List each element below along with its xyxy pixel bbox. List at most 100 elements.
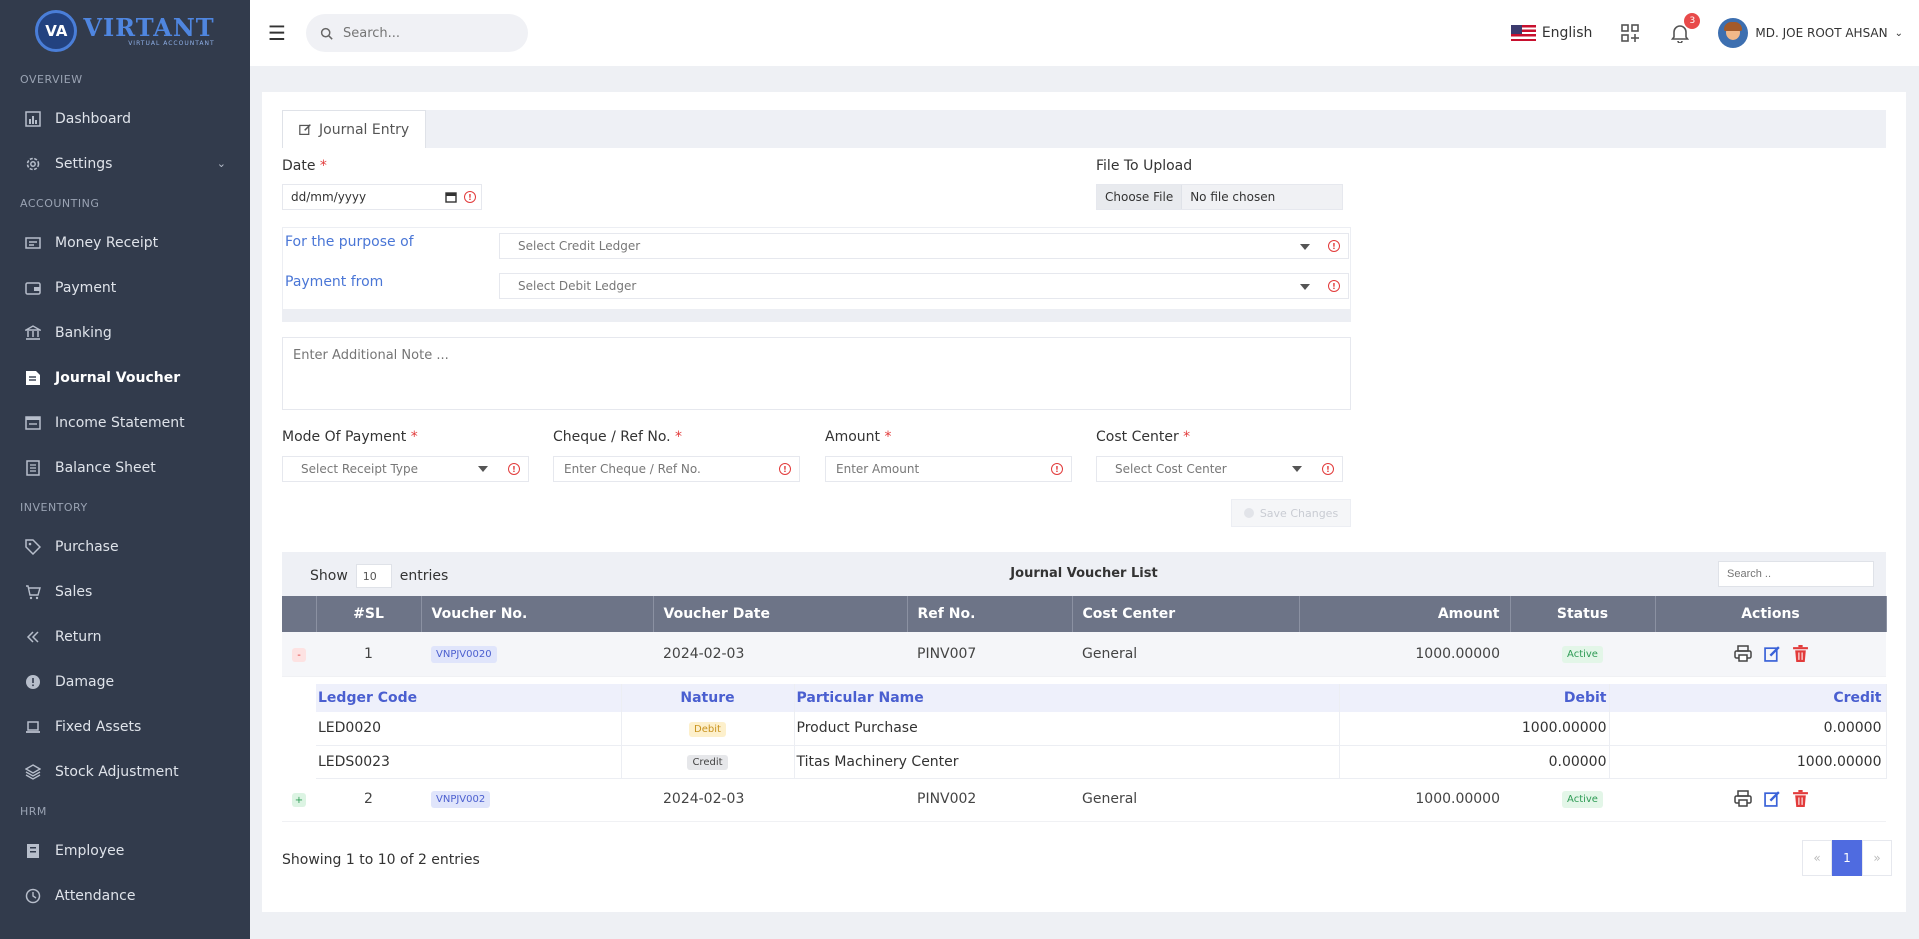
row-ref: PINV007 bbox=[907, 632, 1072, 677]
sidebar-nav: OVERVIEW Dashboard Settings ⌄ ACCOUNTING Mone… bbox=[0, 62, 250, 918]
sidebar-item-payment[interactable]: Payment bbox=[0, 265, 250, 310]
sidebar-section-title: INVENTORY bbox=[20, 500, 88, 514]
print-icon[interactable] bbox=[1733, 790, 1752, 807]
detail-col-credit: Credit bbox=[1609, 684, 1887, 712]
alert-circle-icon bbox=[24, 673, 41, 690]
debit-ledger-select[interactable]: Select Debit Ledger ! bbox=[499, 273, 1349, 299]
col-voucher-no[interactable]: Voucher No. bbox=[421, 596, 654, 632]
file-upload-input[interactable]: Choose File No file chosen bbox=[1096, 184, 1343, 210]
chevron-down-icon: ⌄ bbox=[1894, 27, 1903, 39]
avatar bbox=[1718, 18, 1749, 48]
sidebar-item-money-receipt[interactable]: Money Receipt bbox=[0, 220, 250, 265]
sidebar-item-label: Money Receipt bbox=[55, 234, 159, 251]
print-icon[interactable] bbox=[1733, 645, 1752, 662]
chevron-down-icon: ⌄ bbox=[216, 157, 226, 170]
col-sl[interactable]: #SL bbox=[316, 596, 422, 632]
journal-entry-card: Journal Entry Date * dd/mm/yyyy ! File T… bbox=[262, 92, 1906, 912]
notification-count: 3 bbox=[1684, 13, 1701, 29]
voucher-no-badge[interactable]: VNPJV002 bbox=[431, 790, 491, 808]
status-badge: Active bbox=[1562, 790, 1603, 808]
sidebar-item-sales[interactable]: Sales bbox=[0, 569, 250, 614]
pagination: « 1 » bbox=[1802, 840, 1892, 876]
brand-logo[interactable]: VA VIRTANT VIRTUAL ACCOUNTANT bbox=[0, 0, 250, 62]
sidebar-item-dashboard[interactable]: Dashboard bbox=[0, 96, 250, 141]
tab-bar: Journal Entry bbox=[282, 110, 1886, 148]
edit-icon[interactable] bbox=[1763, 790, 1781, 808]
search-icon bbox=[320, 27, 333, 40]
cheque-label: Cheque / Ref No. * bbox=[553, 429, 683, 445]
calendar-icon[interactable] bbox=[445, 191, 457, 203]
sidebar-item-income-statement[interactable]: Income Statement bbox=[0, 400, 250, 445]
row-amount: 1000.00000 bbox=[1299, 632, 1510, 677]
sidebar-item-label: Stock Adjustment bbox=[55, 763, 179, 780]
sidebar-section-title: HRM bbox=[20, 804, 47, 818]
credit-error-icon: ! bbox=[1328, 240, 1340, 252]
edit-icon[interactable] bbox=[1763, 645, 1781, 663]
bank-icon bbox=[24, 324, 41, 341]
sidebar-item-label: Employee bbox=[55, 842, 125, 859]
apps-grid-icon[interactable] bbox=[1618, 21, 1642, 45]
list-search-input[interactable] bbox=[1718, 561, 1874, 587]
collapse-row-button[interactable]: - bbox=[292, 648, 306, 662]
sidebar-item-fixed-assets[interactable]: Fixed Assets bbox=[0, 704, 250, 749]
credit-value: 0.00000 bbox=[1609, 712, 1887, 746]
sidebar-item-journal-voucher[interactable]: Journal Voucher bbox=[0, 355, 250, 400]
tab-journal-entry[interactable]: Journal Entry bbox=[282, 110, 427, 148]
amount-input[interactable]: Enter Amount ! bbox=[825, 456, 1072, 482]
col-status[interactable]: Status bbox=[1510, 596, 1656, 632]
col-cost-center[interactable]: Cost Center bbox=[1072, 596, 1300, 632]
sidebar-item-return[interactable]: Return bbox=[0, 614, 250, 659]
date-placeholder: dd/mm/yyyy bbox=[291, 190, 367, 204]
menu-toggle-icon[interactable]: ☰ bbox=[268, 21, 298, 45]
sidebar-item-stock-adjustment[interactable]: Stock Adjustment bbox=[0, 749, 250, 794]
col-ref-no[interactable]: Ref No. bbox=[907, 596, 1073, 632]
layers-icon bbox=[24, 763, 41, 780]
sidebar-item-banking[interactable]: Banking bbox=[0, 310, 250, 355]
global-search[interactable] bbox=[306, 14, 528, 52]
sidebar-item-balance-sheet[interactable]: Balance Sheet bbox=[0, 445, 250, 490]
date-field[interactable]: dd/mm/yyyy ! bbox=[282, 184, 482, 210]
delete-icon[interactable] bbox=[1792, 790, 1808, 808]
page-prev-button[interactable]: « bbox=[1802, 840, 1832, 876]
voucher-detail-table: Ledger Code Nature Particular Name Debit… bbox=[316, 684, 1887, 779]
debit-value: 0.00000 bbox=[1339, 745, 1610, 779]
cheque-input[interactable]: Enter Cheque / Ref No. ! bbox=[553, 456, 800, 482]
search-input[interactable] bbox=[343, 25, 513, 41]
voucher-no-badge[interactable]: VNPJV0020 bbox=[431, 645, 497, 663]
cheque-error-icon: ! bbox=[779, 463, 791, 475]
page-next-button[interactable]: » bbox=[1862, 840, 1892, 876]
table-row: - 1 VNPJV0020 2024-02-03 PINV007 General… bbox=[282, 632, 1886, 677]
tab-label: Journal Entry bbox=[319, 121, 410, 138]
expand-row-button[interactable]: + bbox=[292, 793, 306, 807]
user-menu[interactable]: MD. JOE ROOT AHSAN ⌄ bbox=[1718, 18, 1903, 48]
clock-icon bbox=[24, 887, 41, 904]
save-button[interactable]: Save Changes bbox=[1231, 499, 1351, 527]
bell-icon[interactable]: 3 bbox=[1668, 13, 1701, 45]
sidebar-item-attendance[interactable]: Attendance bbox=[0, 873, 250, 918]
page-1-button[interactable]: 1 bbox=[1832, 840, 1862, 876]
language-selector[interactable]: English bbox=[1510, 25, 1592, 41]
dropdown-caret-icon bbox=[1300, 244, 1310, 250]
sidebar-item-damage[interactable]: Damage bbox=[0, 659, 250, 704]
dropdown-caret-icon bbox=[1300, 284, 1310, 290]
chart-icon bbox=[24, 110, 41, 127]
sidebar-item-settings[interactable]: Settings ⌄ bbox=[0, 141, 250, 186]
table-header-row: #SL Voucher No. Voucher Date Ref No. Cos… bbox=[282, 596, 1887, 632]
col-amount[interactable]: Amount bbox=[1299, 596, 1511, 632]
delete-icon[interactable] bbox=[1792, 645, 1808, 663]
sidebar-item-employee[interactable]: Employee bbox=[0, 828, 250, 873]
additional-note-textarea[interactable] bbox=[282, 337, 1351, 410]
wallet-icon bbox=[24, 279, 41, 296]
mode-of-payment-select[interactable]: Select Receipt Type ! bbox=[282, 456, 529, 482]
sidebar-item-purchase[interactable]: Purchase bbox=[0, 524, 250, 569]
brand-tagline: VIRTUAL ACCOUNTANT bbox=[128, 39, 215, 47]
credit-ledger-select[interactable]: Select Credit Ledger ! bbox=[499, 233, 1349, 259]
choose-file-button[interactable]: Choose File bbox=[1097, 185, 1183, 209]
sidebar-item-label: Attendance bbox=[55, 887, 136, 904]
cost-center-select[interactable]: Select Cost Center ! bbox=[1096, 456, 1343, 482]
us-flag-icon bbox=[1510, 25, 1536, 41]
col-voucher-date[interactable]: Voucher Date bbox=[653, 596, 908, 632]
detail-header-row: Ledger Code Nature Particular Name Debit… bbox=[316, 684, 1887, 712]
sidebar: VA VIRTANT VIRTUAL ACCOUNTANT OVERVIEW Da… bbox=[0, 0, 250, 939]
dropdown-caret-icon bbox=[1292, 466, 1302, 472]
